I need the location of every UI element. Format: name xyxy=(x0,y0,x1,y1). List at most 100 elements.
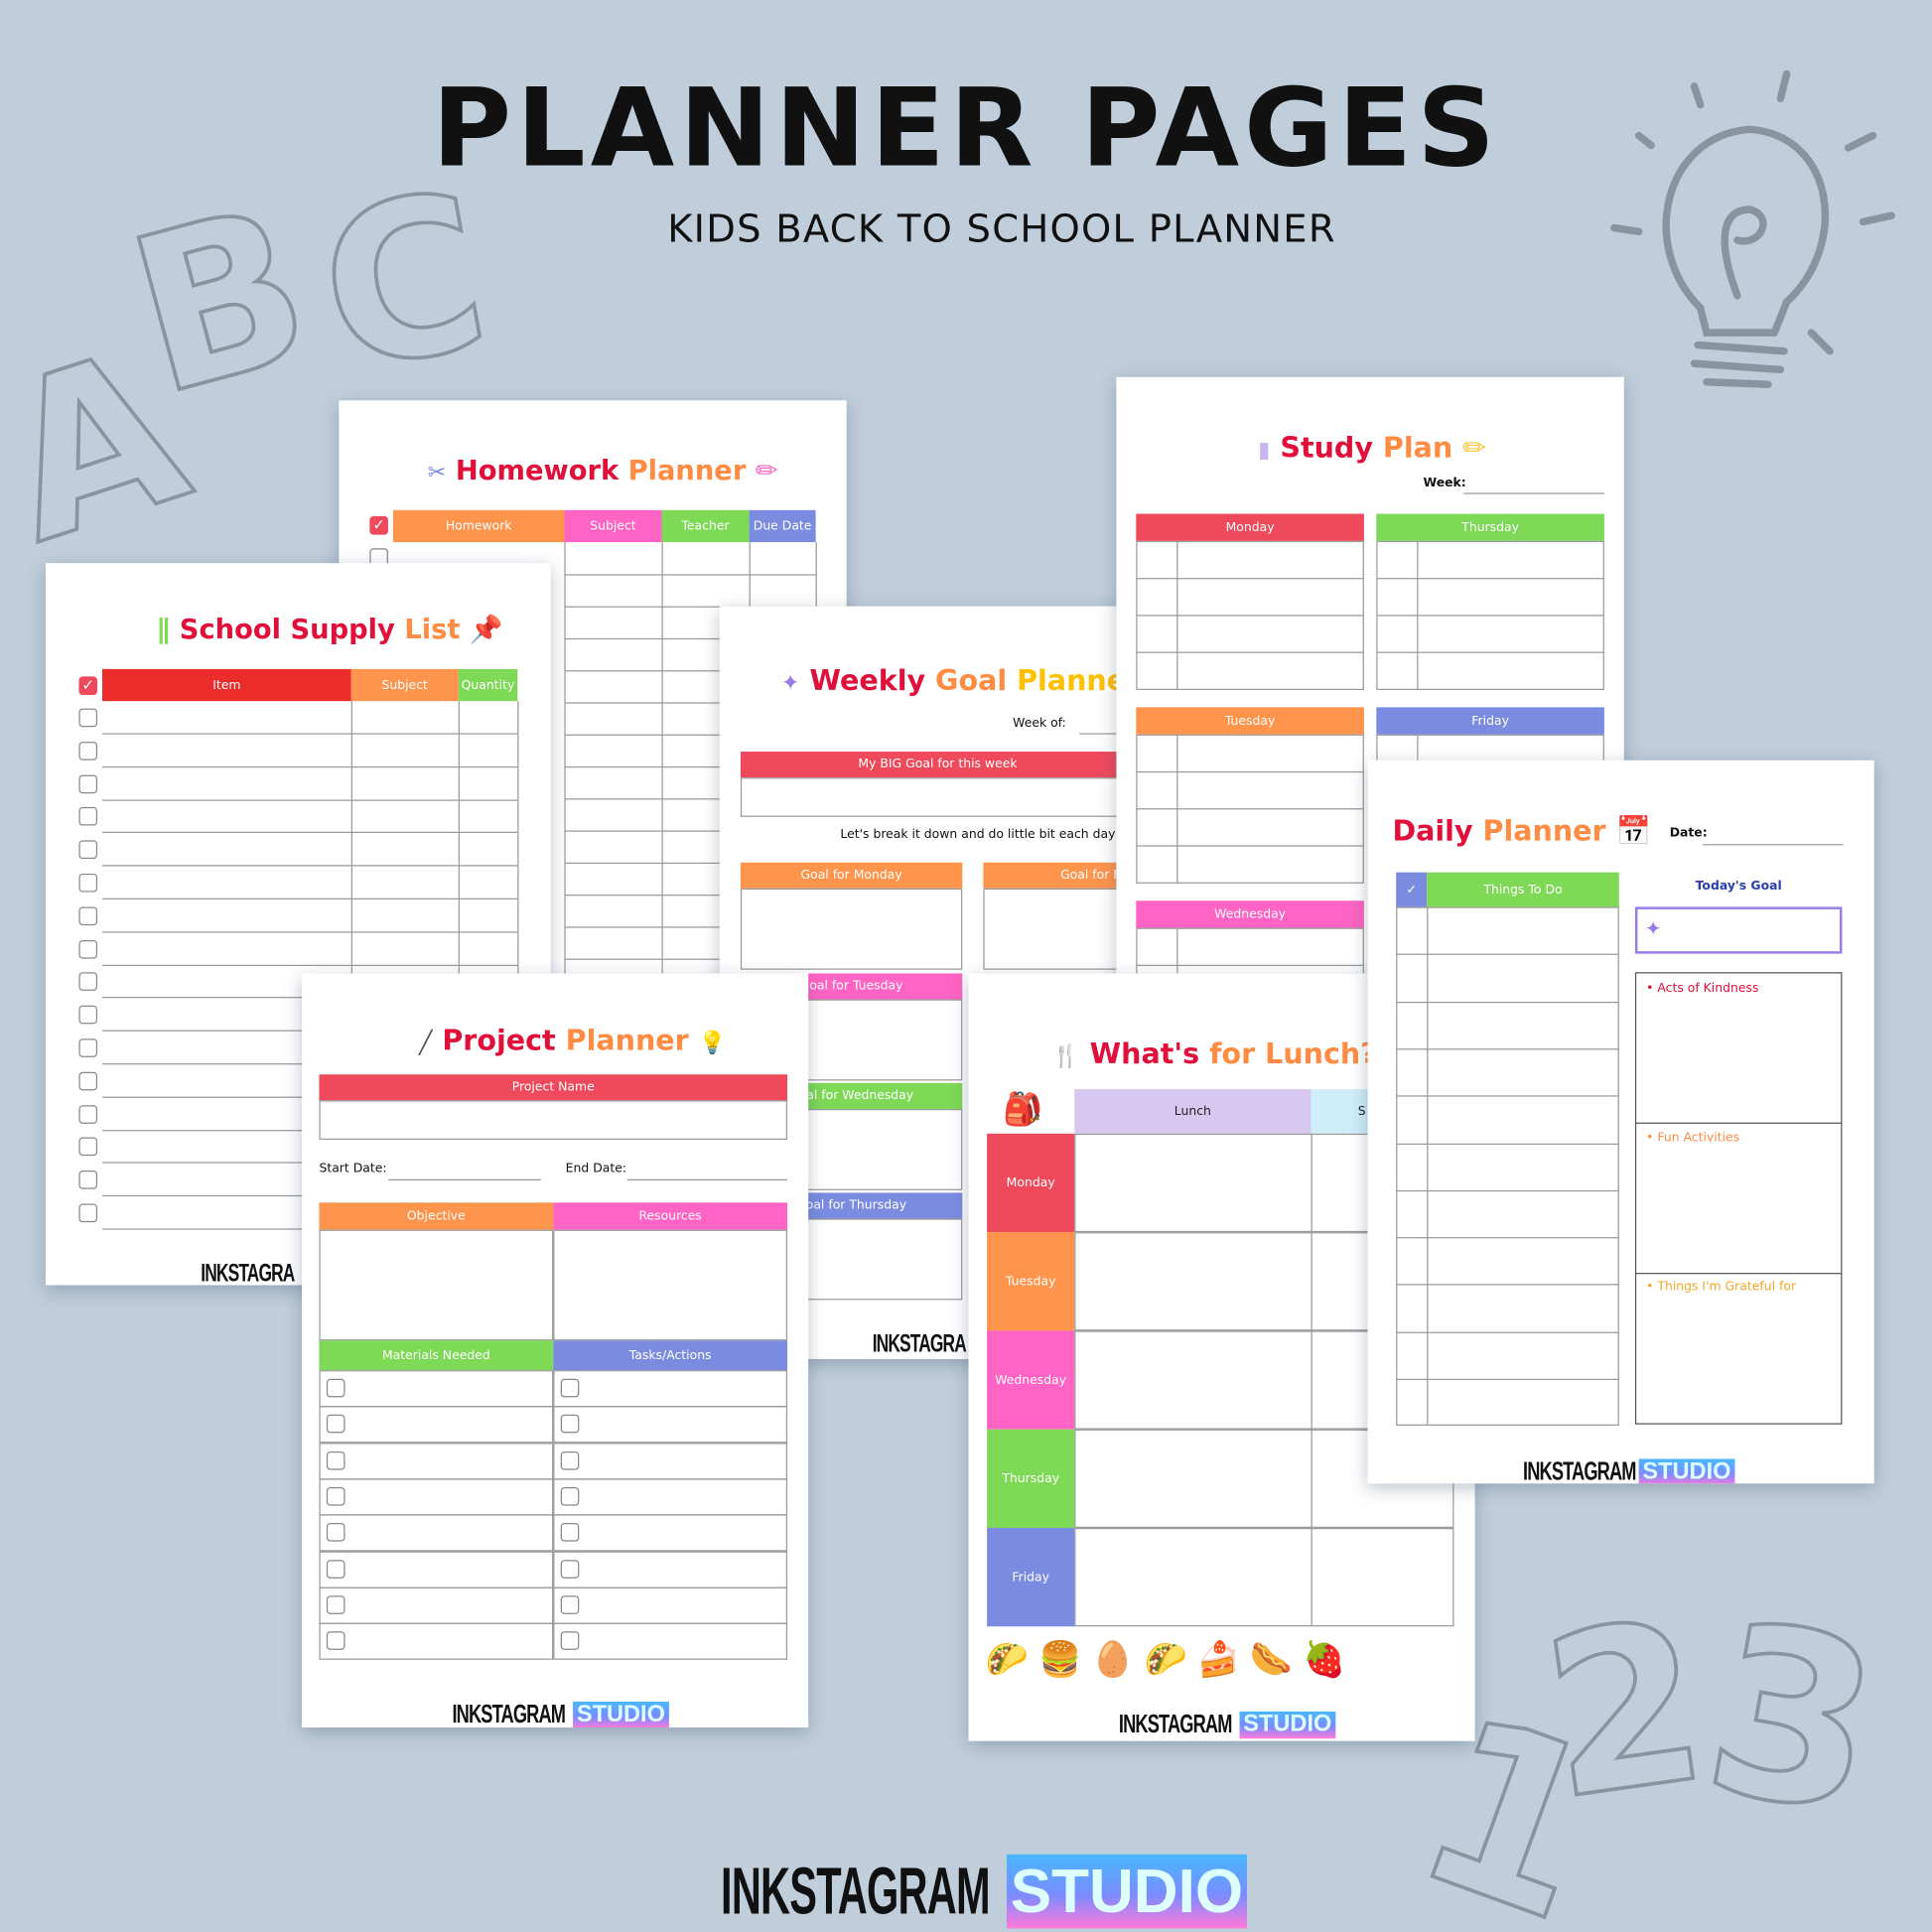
row-checkbox[interactable] xyxy=(326,1631,345,1650)
row-checkbox[interactable] xyxy=(78,1171,98,1189)
row-checkbox[interactable] xyxy=(560,1594,580,1614)
row-checkbox[interactable] xyxy=(560,1486,580,1506)
row-checkbox[interactable] xyxy=(560,1523,580,1542)
project-name-header: Project Name xyxy=(319,1074,788,1101)
lightbulb-icon: 💡 xyxy=(698,1030,727,1056)
table-row xyxy=(102,865,518,867)
food-icons: 🌮🍔🥚🌮🍰🌭🍓 xyxy=(985,1638,1356,1680)
tasks-row xyxy=(553,1587,788,1624)
row-checkbox[interactable] xyxy=(78,1104,98,1124)
day-label: Friday xyxy=(987,1527,1075,1627)
page-title: PLANNER PAGES xyxy=(432,64,1500,192)
row-checkbox[interactable] xyxy=(560,1559,580,1579)
column-line xyxy=(1427,906,1429,1426)
date-field[interactable] xyxy=(1703,844,1844,846)
divider xyxy=(1634,1273,1843,1275)
row-checkbox[interactable] xyxy=(326,1559,345,1579)
row-checkbox[interactable] xyxy=(78,1038,98,1057)
materials-row xyxy=(319,1514,554,1552)
row-checkbox[interactable] xyxy=(78,840,98,860)
tagline: Let's break it down and do little bit ea… xyxy=(840,828,1121,842)
row-checkbox[interactable] xyxy=(78,972,98,992)
calendar-icon: 📅 xyxy=(1615,815,1652,848)
row-checkbox[interactable] xyxy=(78,906,98,925)
table-row xyxy=(1376,578,1604,580)
day-header: Thursday xyxy=(1376,513,1604,541)
col-subject: Subject xyxy=(350,668,459,702)
row-checkbox[interactable] xyxy=(326,1450,345,1470)
row-checkbox[interactable] xyxy=(78,939,98,959)
notebook-icon: ▮ xyxy=(1258,437,1271,464)
row-checkbox[interactable] xyxy=(78,1138,98,1157)
end-date-field[interactable] xyxy=(626,1178,788,1180)
day-label: Monday xyxy=(987,1133,1075,1233)
week-label: Week: xyxy=(1423,477,1466,490)
todays-goal-box[interactable]: ✦ xyxy=(1634,906,1843,954)
todo-row xyxy=(1396,1237,1619,1239)
row-checkbox[interactable] xyxy=(326,1594,345,1614)
row-checkbox[interactable] xyxy=(560,1415,580,1434)
materials-row xyxy=(319,1478,554,1516)
big-goal-box[interactable] xyxy=(740,777,1136,817)
day-header: Friday xyxy=(1376,707,1604,735)
big-goal-header: My BIG Goal for this week xyxy=(740,752,1136,778)
row-checkbox[interactable] xyxy=(78,807,98,827)
todays-goal-label: Today's Goal xyxy=(1695,880,1782,894)
col-quantity: Quantity xyxy=(458,668,518,702)
resources-box[interactable] xyxy=(553,1229,788,1341)
row-checkbox[interactable] xyxy=(78,1005,98,1025)
section-grateful[interactable]: • Things I'm Grateful for xyxy=(1646,1281,1796,1295)
week-field[interactable] xyxy=(1463,492,1604,494)
table-row xyxy=(1136,964,1364,967)
daily-title: Daily Planner 📅 xyxy=(1392,815,1652,848)
materials-header: Materials Needed xyxy=(319,1340,554,1371)
row-checkbox[interactable] xyxy=(560,1378,580,1398)
table-row xyxy=(1136,808,1364,810)
start-date-field[interactable] xyxy=(387,1178,541,1180)
goal-box[interactable] xyxy=(740,888,963,970)
date-label: Date: xyxy=(1669,826,1708,841)
tasks-row xyxy=(553,1550,788,1588)
lunch-cell[interactable] xyxy=(1074,1527,1454,1627)
row-checkbox[interactable] xyxy=(78,1203,98,1223)
todo-row xyxy=(1396,1284,1619,1286)
row-checkbox[interactable] xyxy=(560,1450,580,1470)
row-checkbox[interactable] xyxy=(78,774,98,793)
row-checkbox[interactable] xyxy=(78,708,98,728)
sections-box xyxy=(1634,972,1843,1425)
day-header: Tuesday xyxy=(1136,707,1364,735)
objective-header: Objective xyxy=(319,1202,554,1230)
col-homework: Homework xyxy=(392,509,565,543)
todo-box xyxy=(1396,906,1619,1426)
tasks-row xyxy=(553,1370,788,1408)
materials-row xyxy=(319,1442,554,1480)
table-row xyxy=(102,931,518,933)
row-checkbox[interactable] xyxy=(326,1523,345,1542)
todo-row xyxy=(1396,1378,1619,1381)
header-checkbox[interactable]: ✓ xyxy=(78,676,98,695)
goal-box[interactable] xyxy=(983,888,1139,970)
divider xyxy=(1634,1122,1843,1124)
table-row xyxy=(102,964,518,966)
scissors-icon: ✂ xyxy=(427,459,447,485)
doodle-number-3: 3 xyxy=(1689,1571,1896,1867)
row-checkbox[interactable] xyxy=(78,873,98,893)
day-label: Thursday xyxy=(987,1429,1075,1528)
section-kindness[interactable]: • Acts of Kindness xyxy=(1646,982,1758,996)
row-checkbox[interactable] xyxy=(326,1415,345,1434)
materials-row xyxy=(319,1406,554,1444)
daily-planner-page: Daily Planner 📅 Date: ✓ Things To Do Tod… xyxy=(1367,759,1874,1484)
project-name-field[interactable] xyxy=(319,1100,788,1141)
pencil-icon: ✏ xyxy=(755,456,778,487)
row-checkbox[interactable] xyxy=(78,1071,98,1091)
section-fun[interactable]: • Fun Activities xyxy=(1646,1131,1739,1145)
row-checkbox[interactable] xyxy=(560,1631,580,1650)
header-checkbox[interactable]: ✓ xyxy=(369,516,388,535)
row-checkbox[interactable] xyxy=(78,741,98,760)
objective-box[interactable] xyxy=(319,1229,554,1341)
row-checkbox[interactable] xyxy=(326,1486,345,1506)
utensils-icon: 🍴 xyxy=(1051,1043,1080,1070)
brand-logo: INKSTAGRAM STUDIO xyxy=(452,1701,669,1728)
row-checkbox[interactable] xyxy=(326,1378,345,1398)
table-row xyxy=(102,765,518,767)
